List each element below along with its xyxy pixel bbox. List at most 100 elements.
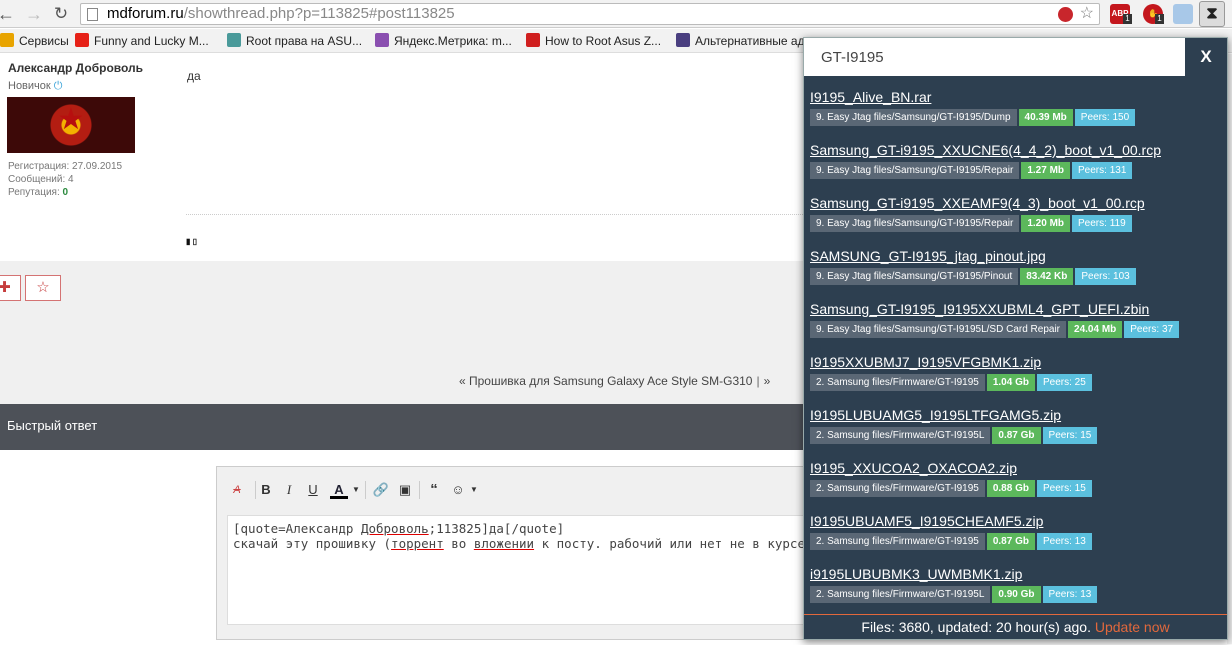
peers-tag: Peers: 37 bbox=[1124, 321, 1180, 338]
result-item: Samsung_GT-i9195_XXEAMF9(4_3)_boot_v1_00… bbox=[810, 194, 1145, 244]
toolbar-divider bbox=[419, 481, 420, 499]
bookmark-star-icon[interactable]: ☆ bbox=[1080, 4, 1094, 24]
bookmark-label: Root права на ASU... bbox=[246, 34, 363, 48]
link-icon[interactable]: 🔗 bbox=[372, 481, 390, 499]
diamond-icon bbox=[676, 33, 690, 47]
reputation-label: Репутация: bbox=[8, 187, 60, 198]
youtube-icon bbox=[75, 33, 89, 47]
result-title-link[interactable]: I9195_Alive_BN.rar bbox=[810, 88, 1137, 106]
nav-separator: | bbox=[756, 374, 760, 388]
prev-thread-link[interactable]: « Прошивка для Samsung Galaxy Ace Style … bbox=[459, 374, 752, 388]
bookmark-root-asus[interactable]: Root права на ASU... bbox=[227, 33, 362, 49]
star-emblem-icon: ★ bbox=[57, 103, 85, 136]
update-now-link[interactable]: Update now bbox=[1095, 619, 1170, 635]
result-title-link[interactable]: i9195LUBUBMK3_UWMBMK1.zip bbox=[810, 565, 1099, 583]
author-rank: Новичок ⏻ bbox=[8, 80, 62, 93]
bookmark-label: How to Root Asus Z... bbox=[545, 34, 662, 48]
reply-textarea[interactable]: [quote=Александр Доброволь;113825]да[/qu… bbox=[227, 515, 807, 625]
result-title-link[interactable]: Samsung_GT-I9195_I9195XXUBML4_GPT_UEFI.z… bbox=[810, 300, 1181, 318]
forward-icon[interactable]: → bbox=[24, 4, 44, 24]
size-tag: 0.87 Gb bbox=[986, 533, 1035, 550]
reputation-plus-button[interactable]: ✚ bbox=[0, 275, 21, 301]
image-icon[interactable]: ▣ bbox=[396, 481, 414, 499]
toolbar-divider bbox=[255, 481, 256, 499]
result-title-link[interactable]: I9195XXUBMJ7_I9195VFGBMK1.zip bbox=[810, 353, 1094, 371]
back-icon[interactable]: ← bbox=[0, 4, 16, 24]
adblock-badge: 1 bbox=[1123, 14, 1132, 24]
peers-tag: Peers: 131 bbox=[1072, 162, 1133, 179]
result-tags: 2. Samsung files/Firmware/GT-I9195 0.88 G… bbox=[810, 480, 1094, 497]
editor-line: [quote=Александр Доброволь;113825]да[/qu… bbox=[233, 521, 801, 536]
editor-text-part: к посту. рабочий или нет не в курсе, я е… bbox=[541, 536, 806, 551]
forum-post: Александр Доброволь Новичок ⏻ ★ Регистрац… bbox=[0, 54, 805, 261]
peers-tag: Peers: 103 bbox=[1075, 268, 1136, 285]
result-title-link[interactable]: I9195LUBUAMG5_I9195LTFGAMG5.zip bbox=[810, 406, 1099, 424]
bookmark-label: Альтернативные ад bbox=[695, 34, 805, 48]
url-text[interactable]: mdforum.ru/showthread.php?p=113825#post1… bbox=[107, 4, 455, 24]
chevron-down-icon[interactable]: ▼ bbox=[465, 481, 483, 499]
result-tags: 9. Easy Jtag files/Samsung/GT-I9195/Repa… bbox=[810, 162, 1161, 179]
result-item: I9195UBUAMF5_I9195CHEAMF5.zip 2. Samsung… bbox=[810, 512, 1094, 562]
bookmark-alternative[interactable]: Альтернативные ад bbox=[676, 33, 805, 49]
reload-icon[interactable]: ↻ bbox=[51, 4, 71, 24]
result-title-link[interactable]: I9195UBUAMF5_I9195CHEAMF5.zip bbox=[810, 512, 1094, 530]
editor-text-part: Доброволь bbox=[360, 521, 429, 536]
path-tag: 2. Samsung files/Firmware/GT-I9195 bbox=[810, 533, 985, 550]
result-tags: 2. Samsung files/Firmware/GT-I9195 1.04 G… bbox=[810, 374, 1094, 391]
size-tag: 24.04 Mb bbox=[1068, 321, 1123, 338]
chevron-down-icon[interactable]: ▼ bbox=[347, 481, 365, 499]
bookmark-funny[interactable]: Funny and Lucky M... bbox=[75, 33, 209, 49]
quick-reply-title: Быстрый ответ bbox=[7, 418, 98, 433]
size-tag: 0.87 Gb bbox=[992, 427, 1041, 444]
result-item: I9195XXUBMJ7_I9195VFGBMK1.zip 2. Samsung… bbox=[810, 353, 1094, 403]
result-title-link[interactable]: Samsung_GT-i9195_XXEAMF9(4_3)_boot_v1_00… bbox=[810, 194, 1145, 212]
result-title-link[interactable]: Samsung_GT-i9195_XXUCNE6(4_4_2)_boot_v1_… bbox=[810, 141, 1161, 159]
result-tags: 2. Samsung files/Firmware/GT-I9195 0.87 G… bbox=[810, 533, 1094, 550]
quote-icon[interactable]: “ bbox=[425, 481, 443, 499]
close-button[interactable]: X bbox=[1185, 38, 1227, 76]
peers-tag: Peers: 150 bbox=[1074, 109, 1136, 126]
result-tags: 2. Samsung files/Firmware/GT-I9195L 0.90 … bbox=[810, 586, 1099, 603]
hand-badge: 1 bbox=[1155, 14, 1164, 24]
avatar[interactable]: ★ bbox=[7, 97, 135, 153]
reputation-value: 0 bbox=[62, 187, 69, 198]
bookmark-how-to-root[interactable]: How to Root Asus Z... bbox=[526, 33, 661, 49]
result-item: I9195_Alive_BN.rar 9. Easy Jtag files/Sa… bbox=[810, 88, 1137, 138]
font-color-icon[interactable]: A bbox=[330, 481, 348, 499]
reputation: Репутация: 0 bbox=[8, 187, 68, 198]
peers-tag: Peers: 13 bbox=[1042, 586, 1098, 603]
editor-text-part: ;113825]да[/quote] bbox=[428, 521, 565, 536]
peers-tag: Peers: 119 bbox=[1072, 215, 1132, 232]
bookmark-yandex-metrika[interactable]: Яндекс.Метрика: m... bbox=[375, 33, 512, 49]
g-icon bbox=[227, 33, 241, 47]
path-tag: 2. Samsung files/Firmware/GT-I9195 bbox=[810, 374, 985, 391]
x-extension-icon[interactable]: ⧗ bbox=[1199, 1, 1225, 27]
path-tag: 2. Samsung files/Firmware/GT-I9195 bbox=[810, 480, 985, 497]
address-bar[interactable]: mdforum.ru/showthread.php?p=113825#post1… bbox=[80, 3, 1100, 25]
result-item: I9195LUBUAMG5_I9195LTFGAMG5.zip 2. Samsu… bbox=[810, 406, 1099, 456]
next-thread-link[interactable]: » bbox=[764, 374, 771, 388]
path-tag: 9. Easy Jtag files/Samsung/GT-I9195/Repa… bbox=[810, 162, 1020, 179]
result-item: Samsung_GT-i9195_XXUCNE6(4_4_2)_boot_v1_… bbox=[810, 141, 1161, 191]
italic-icon[interactable]: I bbox=[280, 481, 298, 499]
author-name[interactable]: Александр Доброволь bbox=[8, 61, 143, 75]
search-input[interactable] bbox=[804, 38, 1185, 76]
path-tag: 2. Samsung files/Firmware/GT-I9195L bbox=[810, 586, 991, 603]
star-icon[interactable]: ☆ bbox=[25, 275, 61, 301]
remove-format-icon[interactable]: A bbox=[228, 481, 246, 499]
result-title-link[interactable]: I9195_XXUCOA2_OXACOA2.zip bbox=[810, 459, 1094, 477]
result-title-link[interactable]: SAMSUNG_GT-I9195_jtag_pinout.jpg bbox=[810, 247, 1138, 265]
footer-status: Files: 3680, updated: 20 hour(s) ago. bbox=[861, 619, 1091, 635]
cloud-extension-icon[interactable] bbox=[1173, 4, 1193, 24]
result-item: I9195_XXUCOA2_OXACOA2.zip 2. Samsung fil… bbox=[810, 459, 1094, 509]
editor-text-part: во bbox=[443, 536, 474, 551]
underline-icon[interactable]: U bbox=[304, 481, 322, 499]
post-icons[interactable]: ▮ ▯ bbox=[186, 237, 197, 246]
thread-navigation: « Прошивка для Samsung Galaxy Ace Style … bbox=[459, 374, 770, 388]
post-text: да bbox=[187, 69, 201, 83]
lastpass-icon[interactable] bbox=[1058, 7, 1073, 22]
bold-icon[interactable]: B bbox=[257, 481, 275, 499]
bookmark-services[interactable]: Сервисы bbox=[0, 33, 69, 49]
bookmark-label: Яндекс.Метрика: m... bbox=[394, 34, 512, 48]
editor-line: скачай эту прошивку (торрент во вложении… bbox=[233, 536, 806, 551]
